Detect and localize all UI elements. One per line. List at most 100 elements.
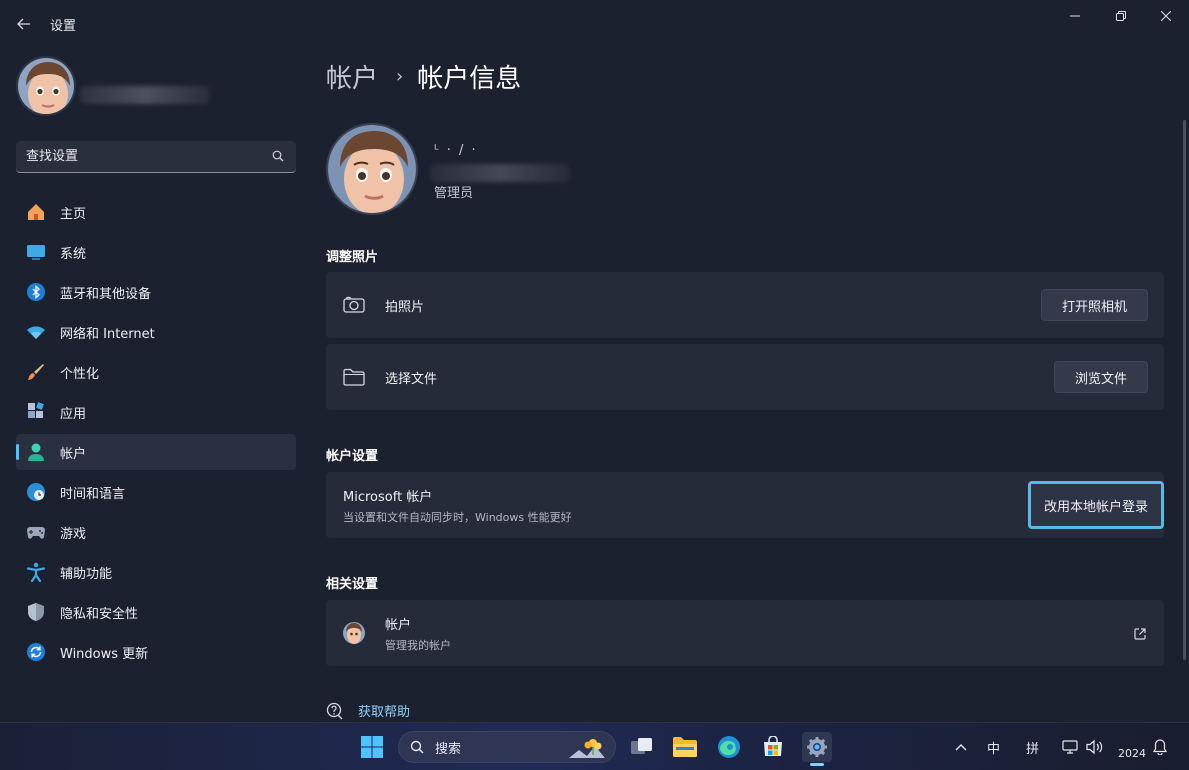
back-arrow-icon[interactable] xyxy=(12,12,36,36)
account-avatar xyxy=(326,123,418,215)
camera-icon xyxy=(343,294,365,316)
sidebar-item-label: 个性化 xyxy=(60,366,100,382)
sign-in-local-account-button[interactable]: 改用本地帐户登录 xyxy=(1027,481,1164,529)
section-title-account-settings: 帐户设置 xyxy=(326,449,379,464)
sidebar-item-accounts[interactable]: 帐户 xyxy=(16,434,296,470)
ime-language-indicator[interactable]: 中 xyxy=(987,737,1000,757)
related-accounts-subtitle: 管理我的帐户 xyxy=(385,638,451,652)
sidebar-item-label: 蓝牙和其他设备 xyxy=(60,286,152,302)
sidebar-item-label: 主页 xyxy=(60,206,87,222)
sidebar-item-label: 隐私和安全性 xyxy=(60,606,139,622)
sidebar-nav: 主页 系统 蓝牙和其他设备 网络和 Internet 个性化 应用 帐户 时间和… xyxy=(16,194,296,674)
sidebar-item-apps[interactable]: 应用 xyxy=(16,394,296,430)
sidebar-item-gaming[interactable]: 游戏 xyxy=(16,514,296,550)
help-chat-icon xyxy=(326,702,344,720)
edge-browser-icon[interactable] xyxy=(714,732,744,762)
avatar xyxy=(16,56,76,116)
sidebar-item-system[interactable]: 系统 xyxy=(16,234,296,270)
wifi-icon xyxy=(26,322,46,342)
sidebar-item-accessibility[interactable]: 辅助功能 xyxy=(16,554,296,590)
sidebar-item-bluetooth[interactable]: 蓝牙和其他设备 xyxy=(16,274,296,310)
app-title: 设置 xyxy=(50,19,77,34)
paintbrush-icon xyxy=(26,362,46,382)
related-accounts-text: 帐户 管理我的帐户 xyxy=(385,614,451,653)
task-view-icon[interactable] xyxy=(627,732,657,762)
get-help-link[interactable]: 获取帮助 xyxy=(326,701,410,720)
sidebar-item-label: 时间和语言 xyxy=(60,486,126,502)
breadcrumb: 帐户 › 帐户信息 xyxy=(326,58,521,95)
sidebar-item-label: 辅助功能 xyxy=(60,566,113,582)
taskbar-search-label: 搜索 xyxy=(435,741,462,757)
bluetooth-icon xyxy=(26,282,46,302)
accessibility-icon xyxy=(26,562,46,582)
microsoft-store-icon[interactable] xyxy=(758,732,788,762)
sidebar-item-privacy[interactable]: 隐私和安全性 xyxy=(16,594,296,630)
microsoft-account-title: Microsoft 帐户 xyxy=(343,489,433,505)
settings-search-box[interactable] xyxy=(16,141,296,173)
tray-chevron-up-icon[interactable] xyxy=(955,737,967,757)
sidebar-item-windows-update[interactable]: Windows 更新 xyxy=(16,634,296,670)
taskbar-search[interactable]: 搜索 xyxy=(398,731,616,763)
microsoft-account-text: Microsoft 帐户 当设置和文件自动同步时，Windows 性能更好 xyxy=(343,486,572,525)
taskbar: 搜索 中 拼 2024 xyxy=(0,722,1189,770)
restore-button[interactable] xyxy=(1098,0,1144,32)
sidebar-item-label: Windows 更新 xyxy=(60,646,149,662)
minimize-button[interactable] xyxy=(1052,0,1098,32)
volume-icon[interactable] xyxy=(1086,737,1104,757)
section-title-adjust-photo: 调整照片 xyxy=(326,250,379,265)
folder-icon xyxy=(343,366,365,388)
sidebar-item-label: 帐户 xyxy=(60,446,87,462)
active-app-indicator xyxy=(810,763,824,766)
breadcrumb-parent[interactable]: 帐户 xyxy=(326,58,378,95)
taskbar-clock[interactable]: 2024 xyxy=(1118,747,1146,760)
sidebar-item-label: 应用 xyxy=(60,406,87,422)
choose-file-card: 选择文件 浏览文件 xyxy=(326,344,1164,410)
home-icon xyxy=(26,202,46,222)
search-icon[interactable] xyxy=(272,150,286,164)
sidebar-item-home[interactable]: 主页 xyxy=(16,194,296,230)
shield-icon xyxy=(26,602,46,622)
open-camera-button[interactable]: 打开照相机 xyxy=(1040,289,1148,321)
scrollbar[interactable] xyxy=(1183,120,1186,660)
account-role: 管理员 xyxy=(434,186,474,201)
get-help-label: 获取帮助 xyxy=(358,705,411,720)
related-accounts-card[interactable]: 帐户 管理我的帐户 xyxy=(326,600,1164,666)
title-bar: 设置 xyxy=(0,0,1189,48)
external-link-icon[interactable] xyxy=(1133,626,1147,645)
account-email-redacted xyxy=(430,164,570,182)
microsoft-account-subtitle: 当设置和文件自动同步时，Windows 性能更好 xyxy=(343,510,572,524)
microsoft-account-card: Microsoft 帐户 当设置和文件自动同步时，Windows 性能更好 改用… xyxy=(326,472,1164,538)
apps-icon xyxy=(26,402,46,422)
account-name-fragment: ᴸ · / · xyxy=(434,143,478,158)
choose-file-label: 选择文件 xyxy=(385,371,438,387)
profile-name-redacted xyxy=(80,86,210,104)
search-input[interactable] xyxy=(26,149,272,164)
notification-bell-icon[interactable] xyxy=(1153,737,1167,757)
search-icon xyxy=(409,739,425,755)
settings-app-icon[interactable] xyxy=(802,732,832,762)
page-title: 帐户信息 xyxy=(417,64,522,94)
account-small-avatar xyxy=(343,622,365,644)
sidebar-item-label: 网络和 Internet xyxy=(60,326,155,342)
close-button[interactable] xyxy=(1143,0,1189,32)
update-icon xyxy=(26,642,46,662)
sidebar-item-network[interactable]: 网络和 Internet xyxy=(16,314,296,350)
take-photo-card: 拍照片 打开照相机 xyxy=(326,272,1164,338)
globe-clock-icon xyxy=(26,482,46,502)
search-highlight-flower-icon xyxy=(567,736,607,760)
monitor-icon xyxy=(26,242,46,262)
related-accounts-title: 帐户 xyxy=(385,617,412,633)
ime-mode-indicator[interactable]: 拼 xyxy=(1026,737,1039,757)
sidebar-profile xyxy=(16,56,210,116)
section-title-related-settings: 相关设置 xyxy=(326,577,379,592)
sidebar-item-time-language[interactable]: 时间和语言 xyxy=(16,474,296,510)
sidebar-item-personalization[interactable]: 个性化 xyxy=(16,354,296,390)
person-icon xyxy=(26,442,46,462)
network-status-icon[interactable] xyxy=(1062,737,1078,757)
sidebar-item-label: 系统 xyxy=(60,246,87,262)
file-explorer-icon[interactable] xyxy=(670,732,700,762)
start-button[interactable] xyxy=(357,732,387,762)
browse-files-button[interactable]: 浏览文件 xyxy=(1053,361,1148,393)
gamepad-icon xyxy=(26,522,46,542)
chevron-right-icon: › xyxy=(396,66,404,87)
